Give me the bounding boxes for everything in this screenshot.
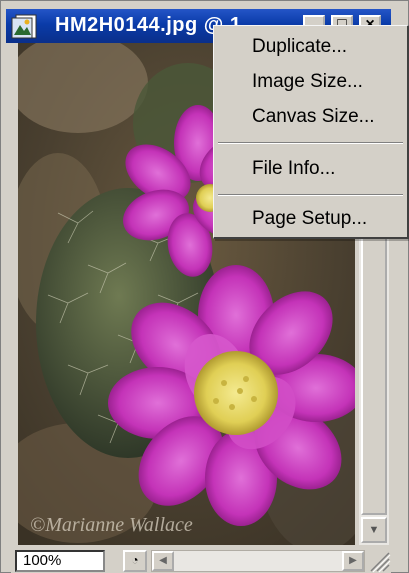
scroll-left-arrow-icon[interactable]: ◀ [152, 551, 174, 571]
watermark-text: ©Marianne Wallace [30, 514, 193, 536]
status-bar: 100% ◔ ◀ ▶ [11, 549, 391, 573]
status-info-button[interactable]: ◔ [123, 550, 147, 572]
menu-item-page-setup[interactable]: Page Setup... [252, 208, 367, 230]
menu-separator [218, 194, 403, 196]
menu-item-file-info[interactable]: File Info... [252, 158, 335, 180]
menu-item-duplicate[interactable]: Duplicate... [252, 36, 347, 58]
resize-grip-icon[interactable] [363, 547, 391, 573]
photo-file-icon [11, 14, 37, 39]
context-menu: Duplicate... Image Size... Canvas Size..… [213, 25, 409, 239]
menu-separator [218, 142, 403, 144]
horizontal-scrollbar[interactable]: ◀ ▶ [151, 550, 365, 572]
zoom-field[interactable]: 100% [15, 550, 105, 572]
menu-item-canvas-size[interactable]: Canvas Size... [252, 106, 375, 128]
scroll-down-arrow-icon[interactable]: ▼ [361, 517, 387, 543]
menu-item-image-size[interactable]: Image Size... [252, 71, 363, 93]
scroll-right-arrow-icon[interactable]: ▶ [342, 551, 364, 571]
